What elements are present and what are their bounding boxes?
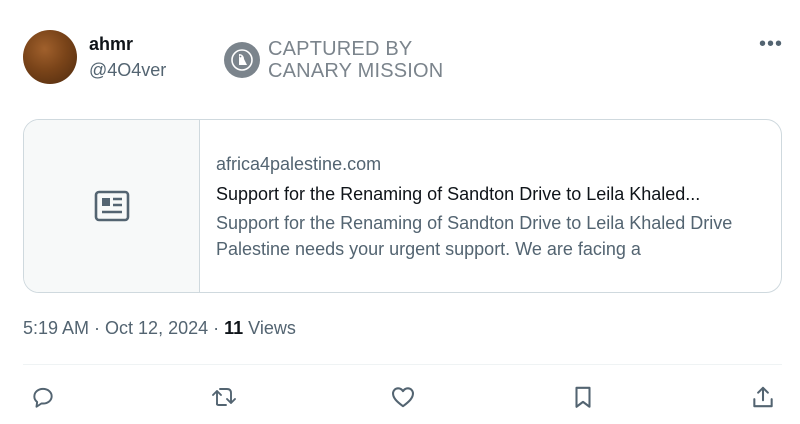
- retweet-icon: [212, 388, 236, 406]
- views-label: Views: [243, 318, 296, 338]
- action-bar: [0, 380, 800, 414]
- tweet-date[interactable]: Oct 12, 2024: [105, 318, 208, 338]
- retweet-button[interactable]: [207, 380, 241, 414]
- canary-mission-watermark: CAPTURED BY CANARY MISSION: [224, 38, 443, 82]
- card-title: Support for the Renaming of Sandton Driv…: [216, 184, 701, 204]
- like-button[interactable]: [386, 380, 420, 414]
- divider: [23, 364, 782, 365]
- article-icon: [94, 190, 129, 222]
- link-preview-card[interactable]: africa4palestine.com Support for the Ren…: [23, 119, 782, 293]
- watermark-line-2: CANARY MISSION: [268, 60, 444, 82]
- reply-button[interactable]: [26, 380, 60, 414]
- avatar[interactable]: [23, 30, 77, 84]
- share-icon: [753, 386, 773, 408]
- heart-icon: [392, 387, 414, 408]
- card-thumbnail[interactable]: [24, 120, 200, 292]
- more-options-button[interactable]: •••: [759, 33, 783, 56]
- tweet-meta: 5:19 AM · Oct 12, 2024 · 11 Views: [23, 318, 296, 339]
- card-description: Support for the Renaming of Sandton Driv…: [216, 213, 733, 259]
- watermark-line-1: CAPTURED BY: [268, 38, 413, 60]
- card-domain: africa4palestine.com: [216, 154, 382, 174]
- canary-bird-icon: [224, 42, 260, 78]
- meta-separator: ·: [208, 318, 225, 338]
- tweet-time[interactable]: 5:19 AM: [23, 318, 89, 338]
- share-button[interactable]: [746, 380, 780, 414]
- bookmark-icon: [575, 386, 591, 408]
- user-handle[interactable]: @4O4ver: [89, 60, 166, 81]
- views-count: 11: [224, 318, 244, 338]
- meta-separator: ·: [89, 318, 106, 338]
- display-name[interactable]: ahmr: [89, 34, 133, 55]
- bookmark-button[interactable]: [566, 380, 600, 414]
- reply-icon: [33, 387, 53, 408]
